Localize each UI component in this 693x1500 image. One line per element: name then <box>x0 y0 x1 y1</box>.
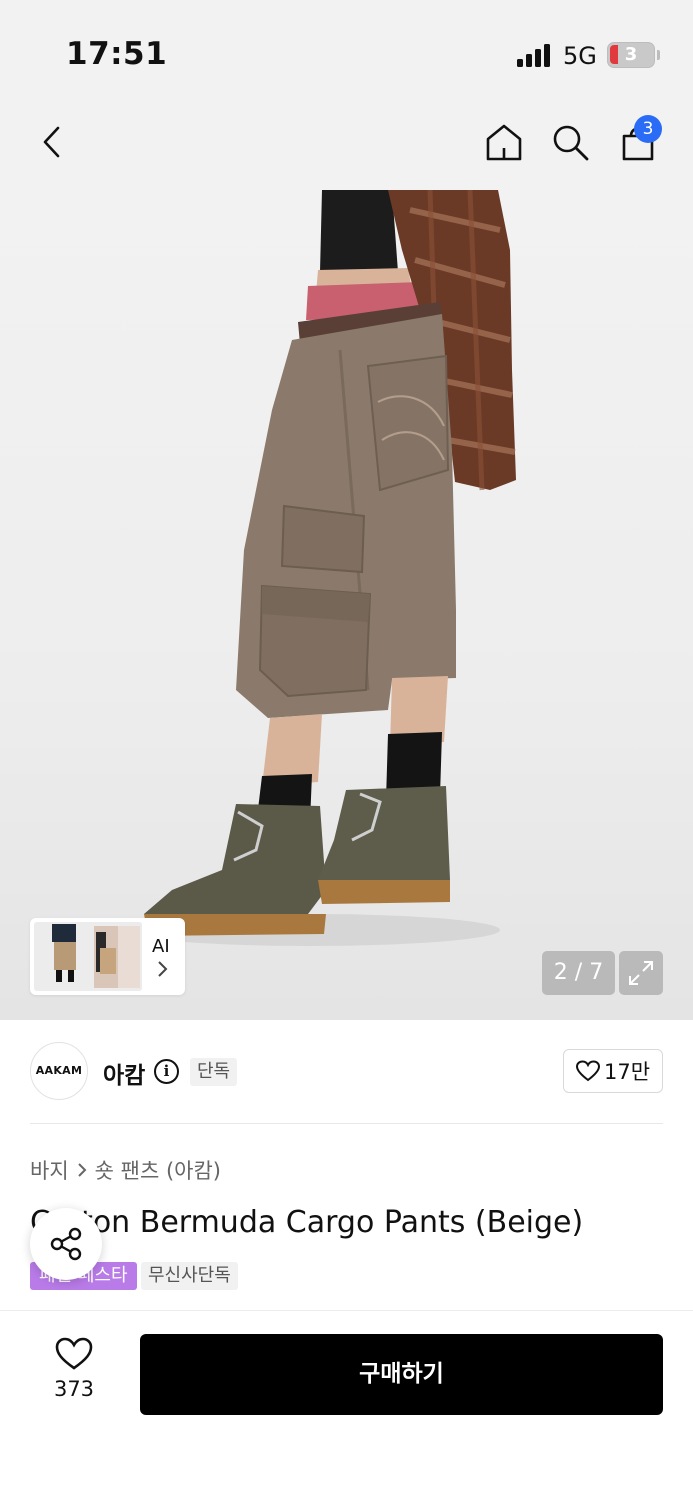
wishlist-button[interactable]: 373 <box>30 1337 118 1401</box>
battery-icon: 3 <box>607 42 655 68</box>
ai-thumbnail <box>34 922 142 991</box>
exclusive-tag: 단독 <box>190 1058 238 1086</box>
wish-count: 373 <box>53 1377 95 1401</box>
image-page-indicator: 2 / 7 <box>542 951 615 995</box>
brand-like-button[interactable]: 17만 <box>563 1049 663 1093</box>
breadcrumb-category[interactable]: 바지 <box>30 1155 69 1185</box>
search-icon <box>553 125 589 161</box>
home-icon <box>486 124 522 161</box>
back-arrow-icon <box>43 126 60 158</box>
info-icon[interactable]: i <box>154 1059 179 1084</box>
home-button[interactable] <box>480 118 528 166</box>
status-bar: 17:51 5G 3 <box>0 0 693 100</box>
product-photo <box>120 190 516 946</box>
ai-style-card[interactable]: AI <box>30 918 185 995</box>
cart-count-badge: 3 <box>634 115 662 143</box>
battery-text: 3 <box>624 44 638 65</box>
share-icon <box>50 1227 82 1261</box>
brand-logo[interactable]: AAKAM <box>30 1042 88 1100</box>
chevron-right-icon <box>158 961 168 977</box>
search-button[interactable] <box>546 118 594 166</box>
musinsa-exclusive-tag: 무신사단독 <box>141 1262 238 1290</box>
network-label: 5G <box>563 42 597 70</box>
top-nav <box>0 100 693 190</box>
share-button[interactable] <box>30 1208 102 1280</box>
product-title: Cotton Bermuda Cargo Pants (Beige) <box>30 1205 584 1240</box>
heart-icon <box>55 1337 93 1370</box>
expand-icon <box>629 961 653 985</box>
fullscreen-button[interactable] <box>619 951 663 995</box>
ai-label: AI <box>152 936 170 957</box>
product-image-gallery[interactable] <box>0 190 693 1020</box>
signal-icon <box>517 43 553 67</box>
divider <box>30 1123 663 1124</box>
bottom-bar-divider <box>0 1310 693 1311</box>
heart-icon <box>575 1060 600 1082</box>
breadcrumb: 바지 숏 팬츠 (아캄) <box>30 1155 221 1185</box>
brand-like-count: 17만 <box>603 1060 651 1084</box>
chevron-right-icon <box>77 1163 87 1177</box>
status-time: 17:51 <box>66 36 168 72</box>
breadcrumb-subcategory[interactable]: 숏 팬츠 (아캄) <box>95 1155 221 1185</box>
back-button[interactable] <box>28 118 76 166</box>
brand-name[interactable]: 아캄 <box>103 1056 145 1090</box>
buy-button[interactable]: 구매하기 <box>140 1334 663 1415</box>
